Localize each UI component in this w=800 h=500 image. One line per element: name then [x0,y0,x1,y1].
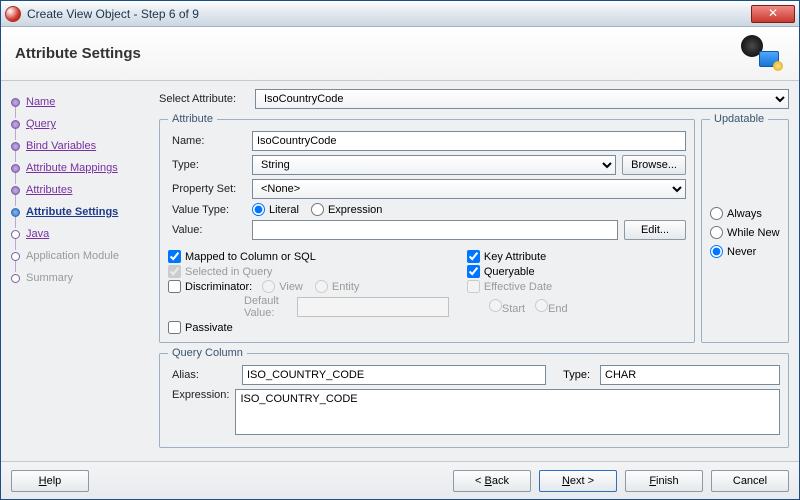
step-summary: Summary [11,267,145,289]
step-attributes[interactable]: Attributes [11,179,145,201]
select-attribute-dropdown[interactable]: IsoCountryCode [255,89,789,109]
value-type-label: Value Type: [168,204,246,216]
step-label[interactable]: Java [26,228,49,240]
default-value-input [297,297,449,317]
queryable-checkbox[interactable]: Queryable [467,265,686,278]
updatable-legend: Updatable [710,113,768,125]
wizard-footer: Help < Back Next > Finish Cancel [1,461,799,499]
step-attribute-mappings[interactable]: Attribute Mappings [11,157,145,179]
value-type-expression-radio[interactable]: Expression [311,203,382,216]
mapped-checkbox[interactable]: Mapped to Column or SQL [168,250,449,263]
title-bar[interactable]: Create View Object - Step 6 of 9 ✕ [1,1,799,27]
banner: Attribute Settings [1,27,799,81]
step-attribute-settings[interactable]: Attribute Settings [11,201,145,223]
discriminator-entity-radio: Entity [315,280,360,293]
discriminator-view-radio: View [262,280,303,293]
expression-input[interactable] [235,389,780,435]
passivate-checkbox[interactable]: Passivate [168,321,449,334]
property-set-label: Property Set: [168,183,246,195]
attribute-legend: Attribute [168,113,217,125]
query-column-legend: Query Column [168,347,247,359]
type-label: Type: [168,159,246,171]
eff-end-radio: End [535,299,568,315]
finish-button[interactable]: Finish [625,470,703,492]
close-button[interactable]: ✕ [751,5,795,23]
window-title: Create View Object - Step 6 of 9 [27,7,199,21]
browse-button[interactable]: Browse... [622,155,686,175]
value-label: Value: [168,224,246,236]
wizard-steps-sidebar: Name Query Bind Variables Attribute Mapp… [11,89,145,457]
name-input[interactable] [252,131,686,151]
updatable-fieldset: Updatable Always While New Never [701,113,789,343]
updatable-never-radio[interactable]: Never [710,245,756,258]
back-button[interactable]: < Back [453,470,531,492]
step-label[interactable]: Query [26,118,56,130]
step-java[interactable]: Java [11,223,145,245]
step-label[interactable]: Attributes [26,184,72,196]
qcol-type-label: Type: [552,369,594,381]
expression-label: Expression: [168,389,229,401]
next-button[interactable]: Next > [539,470,617,492]
step-label[interactable]: Name [26,96,55,108]
select-attribute-label: Select Attribute: [159,93,249,105]
value-type-literal-radio[interactable]: Literal [252,203,299,216]
name-label: Name: [168,135,246,147]
step-application-module: Application Module [11,245,145,267]
step-label[interactable]: Attribute Settings [26,206,118,218]
default-value-label: Default Value: [244,295,287,319]
updatable-always-radio[interactable]: Always [710,207,762,220]
selected-in-query-checkbox: Selected in Query [168,265,449,278]
key-attribute-checkbox[interactable]: Key Attribute [467,250,686,263]
query-column-fieldset: Query Column Alias: Type: Expression: [159,347,789,448]
attribute-fieldset: Attribute Name: Type: String Browse... P… [159,113,695,343]
help-button[interactable]: Help [11,470,89,492]
alias-label: Alias: [168,369,236,381]
app-icon [5,6,21,22]
step-label: Application Module [26,250,119,262]
page-heading: Attribute Settings [15,45,141,62]
property-set-dropdown[interactable]: <None> [252,179,686,199]
step-label: Summary [26,272,73,284]
wizard-graphic-icon [739,33,785,73]
qcol-type-input[interactable] [600,365,780,385]
alias-input[interactable] [242,365,546,385]
step-query[interactable]: Query [11,113,145,135]
step-label[interactable]: Bind Variables [26,140,96,152]
step-label[interactable]: Attribute Mappings [26,162,118,174]
edit-button[interactable]: Edit... [624,220,686,240]
effective-date-checkbox: Effective Date [467,280,552,293]
wizard-window: Create View Object - Step 6 of 9 ✕ Attri… [0,0,800,500]
discriminator-checkbox[interactable]: Discriminator: [168,280,252,293]
cancel-button[interactable]: Cancel [711,470,789,492]
main-content: Select Attribute: IsoCountryCode Attribu… [159,89,789,457]
updatable-whilenew-radio[interactable]: While New [710,226,780,239]
type-dropdown[interactable]: String [252,155,616,175]
value-input[interactable] [252,220,618,240]
step-bind-variables[interactable]: Bind Variables [11,135,145,157]
step-name[interactable]: Name [11,91,145,113]
eff-start-radio: Start [489,299,525,315]
